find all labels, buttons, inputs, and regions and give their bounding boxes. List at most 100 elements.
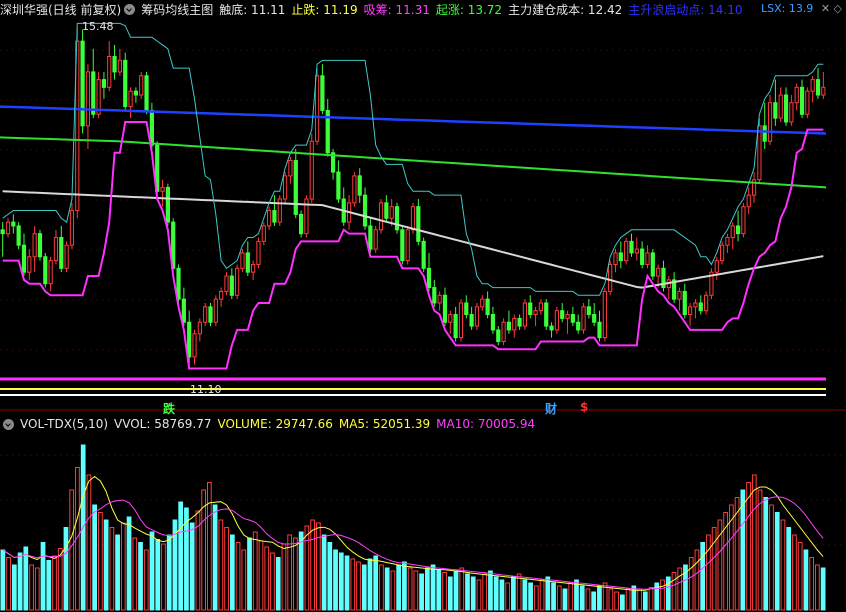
volume-bar [688, 557, 694, 611]
volume-bar [270, 552, 275, 611]
volume-bar [281, 543, 287, 611]
candle-body [203, 306, 208, 323]
candle-body [80, 40, 85, 127]
candle-body [293, 159, 298, 215]
candle-body [517, 317, 522, 327]
volume-bar [98, 512, 103, 611]
volume-bar [384, 567, 390, 611]
candle-body [437, 294, 442, 304]
volume-bar [402, 561, 407, 611]
volume-bar [528, 582, 533, 611]
volume-bar [740, 489, 746, 611]
candle-body [501, 321, 506, 342]
candle-body [490, 314, 496, 331]
candle-body [512, 317, 517, 331]
vol-item-3: MA10: 70005.94 [436, 417, 536, 431]
volume-bar [820, 567, 826, 611]
volume-bar [247, 537, 252, 611]
dollar-marker: $ [580, 400, 589, 414]
volume-bar [149, 531, 155, 611]
volume-bar [264, 546, 270, 611]
candle-body [773, 102, 778, 119]
volume-bar [751, 474, 757, 611]
volume-bar [780, 519, 786, 611]
volume-bar [792, 534, 797, 611]
candle-body [298, 213, 304, 235]
candle-body [123, 59, 128, 108]
volume-bar [189, 522, 195, 611]
candle-body [693, 302, 698, 308]
candle-body [117, 59, 123, 73]
candle-body [272, 210, 277, 223]
volume-bar [774, 512, 780, 611]
candle-body [442, 294, 448, 323]
volume-bar [499, 579, 505, 611]
volume-bar [293, 537, 298, 611]
top-item-0: 触底: 11.11 [219, 2, 286, 17]
candle-body [101, 79, 107, 88]
indicator-name: 筹码均线主图 [141, 2, 214, 17]
volume-bar [597, 585, 602, 611]
candle-body [283, 175, 288, 200]
candle-body [235, 267, 240, 296]
volume-bar [0, 549, 6, 611]
candle-body [368, 225, 373, 250]
candle-body [144, 75, 149, 111]
volume-bar [706, 534, 711, 611]
dropdown-icon[interactable] [124, 3, 136, 15]
volume-bar [361, 564, 367, 611]
volume-bar [252, 531, 258, 611]
top-item-4: 主力建仓成本: 12.42 [508, 2, 623, 17]
candle-body [432, 287, 437, 304]
volume-bar [327, 542, 333, 611]
window-icons[interactable]: LSX: 13.9 ✕ ◇ [761, 2, 842, 15]
candle-body [27, 256, 32, 273]
candle-body [746, 194, 751, 208]
volume-bar [207, 482, 212, 611]
candle-body [69, 210, 75, 246]
candle-body [815, 79, 821, 96]
candle-body [448, 314, 453, 323]
candle-body [352, 175, 357, 204]
vol-item-0: VVOL: 58769.77 [114, 417, 212, 431]
candle-body [645, 252, 650, 265]
candle-body [410, 206, 416, 231]
candle-body [421, 240, 426, 269]
stock-chart [0, 22, 846, 611]
candle-body [64, 244, 69, 269]
volume-bar [660, 579, 665, 611]
volume-bar [608, 588, 614, 611]
candle-body [522, 302, 528, 327]
candle-body [256, 240, 261, 265]
volume-bar [459, 567, 465, 611]
dropdown-icon[interactable] [3, 418, 14, 430]
volume-bar [815, 564, 820, 611]
main-header: 深圳华强(日线 前复权) 筹码均线主图 触底: 11.11 止跌: 11.19 吸筹… [0, 0, 755, 18]
candle-body [554, 310, 559, 331]
volume-bar [769, 504, 774, 611]
volume-bar [522, 579, 528, 611]
candle-body [224, 275, 229, 292]
support-line [2, 120, 824, 370]
volume-bar [648, 587, 654, 611]
volume-bar [379, 564, 384, 611]
volume-bar [132, 537, 138, 611]
lsx-value: LSX: 13.9 [760, 2, 814, 15]
volume-bar [86, 474, 92, 611]
volume-bar [63, 527, 69, 611]
die-marker: 跌 [163, 402, 176, 416]
volume-bar [620, 594, 625, 611]
candle-body [384, 202, 389, 219]
candle-body [640, 248, 645, 265]
volume-bar [241, 549, 247, 611]
candle-body [581, 306, 586, 331]
grid-lines [0, 49, 846, 546]
low-label: 11.10 [190, 383, 222, 396]
candle-body [165, 186, 170, 223]
volume-bar [700, 542, 706, 611]
volume-bar [488, 570, 493, 611]
volume-bar [57, 548, 63, 611]
volume-bar [539, 579, 545, 611]
volume-bar [671, 572, 677, 611]
volume-bar [344, 555, 350, 611]
